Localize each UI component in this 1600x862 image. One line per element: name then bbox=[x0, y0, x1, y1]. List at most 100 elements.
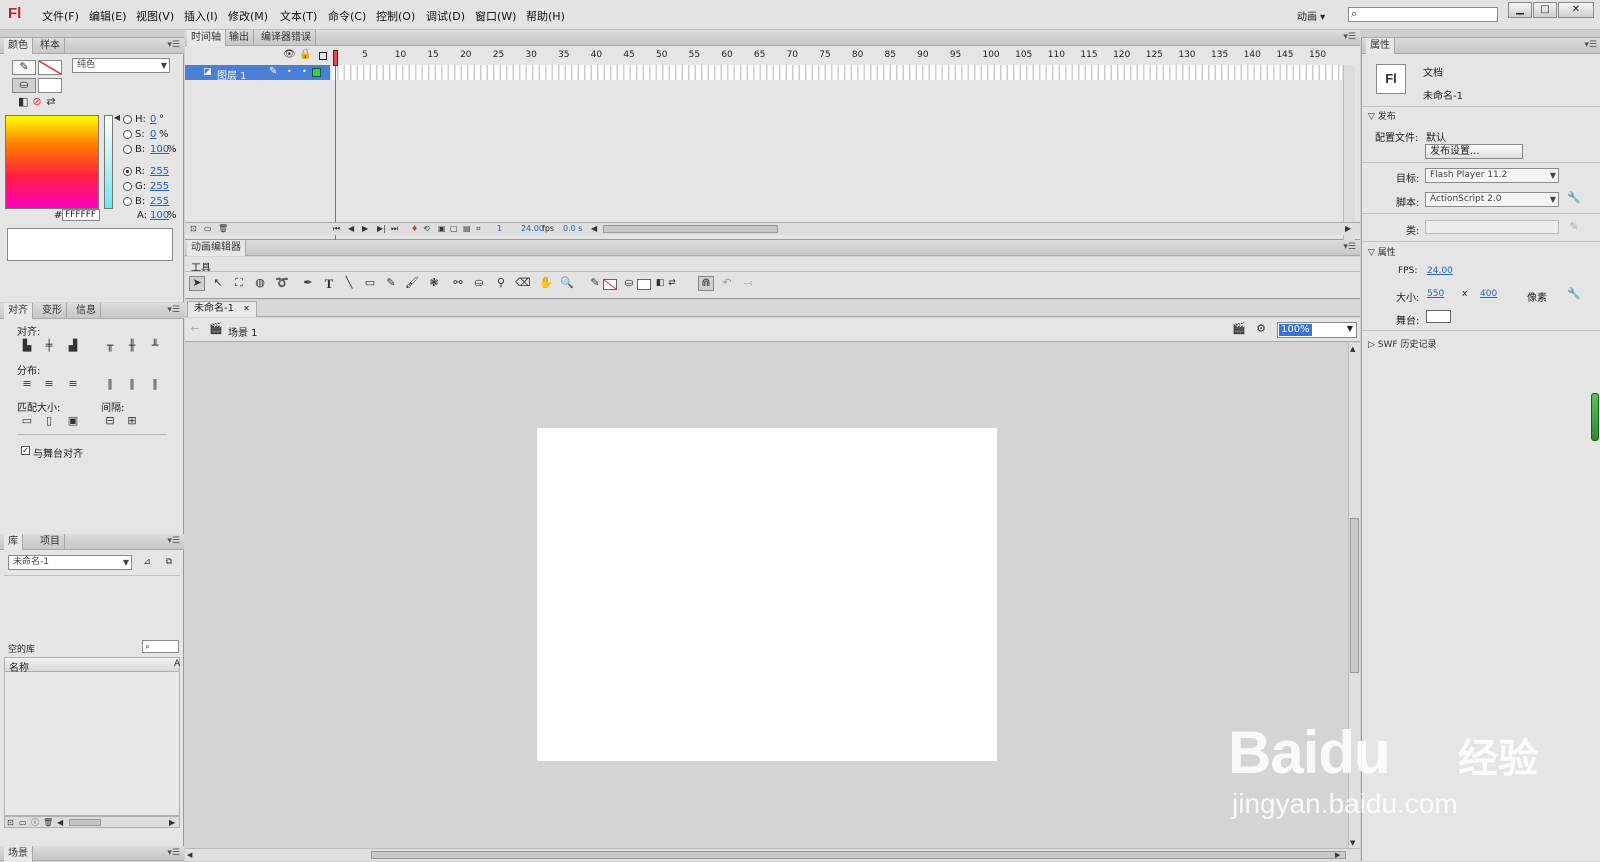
document-tab[interactable]: 未命名-1 ✕ bbox=[187, 301, 257, 317]
match-both-icon[interactable]: ▣ bbox=[66, 415, 80, 427]
panel-menu-icon[interactable]: ▾☰ bbox=[167, 40, 180, 50]
edit-scene-icon[interactable]: 🎬 bbox=[1231, 323, 1247, 335]
align-left-icon[interactable]: ▙ bbox=[20, 340, 34, 352]
panel-menu-icon[interactable]: ▾☰ bbox=[1343, 242, 1356, 252]
scroll-left-icon[interactable]: ◀ bbox=[57, 817, 63, 829]
layer-visible-dot[interactable]: • bbox=[287, 66, 292, 78]
g-radio[interactable] bbox=[123, 182, 132, 191]
layer-name[interactable]: 图层 1 bbox=[217, 67, 247, 82]
pen-tool-icon[interactable]: ✒ bbox=[301, 277, 315, 289]
library-search-input[interactable]: ⌕ bbox=[142, 640, 179, 653]
scene-breadcrumb[interactable]: 场景 1 bbox=[228, 324, 258, 339]
fps-value[interactable]: 24.00 bbox=[1427, 266, 1453, 276]
menu-control[interactable]: 控制(O) bbox=[376, 8, 415, 24]
eraser-tool-icon[interactable]: ⌫ bbox=[515, 277, 531, 289]
properties-section[interactable]: ▽ 属性 bbox=[1368, 245, 1396, 258]
b2-radio[interactable] bbox=[123, 197, 132, 206]
scroll-right-icon[interactable]: ▶ bbox=[169, 817, 175, 829]
pasteboard[interactable] bbox=[185, 343, 1348, 848]
h-value[interactable]: 0 bbox=[150, 114, 156, 125]
delete-icon[interactable]: 🗑 bbox=[43, 817, 53, 829]
deco-tool-icon[interactable]: ❃ bbox=[427, 277, 441, 289]
edit-symbols-icon[interactable]: ⚙ bbox=[1253, 323, 1269, 335]
tab-library[interactable]: 库 bbox=[4, 534, 23, 550]
distribute-top-icon[interactable]: ≡ bbox=[20, 378, 34, 390]
zoom-select[interactable]: 100% ▼ bbox=[1277, 322, 1357, 338]
distribute-bottom-icon[interactable]: ≡ bbox=[66, 378, 80, 390]
fill-swatch[interactable] bbox=[38, 78, 62, 93]
chevron-down-icon[interactable]: ▼ bbox=[1347, 324, 1353, 333]
stage-vscroll-thumb[interactable] bbox=[1350, 518, 1359, 673]
distribute-left-icon[interactable]: ‖ bbox=[103, 378, 117, 390]
class-input[interactable] bbox=[1425, 220, 1559, 234]
playhead[interactable] bbox=[333, 50, 338, 66]
back-arrow-icon[interactable]: ← bbox=[189, 323, 201, 335]
menu-insert[interactable]: 插入(I) bbox=[184, 8, 218, 24]
rectangle-tool-icon[interactable]: ▭ bbox=[363, 277, 377, 289]
library-list[interactable] bbox=[4, 672, 180, 816]
smooth-icon[interactable]: ↶ bbox=[720, 277, 734, 289]
distribute-hcenter-icon[interactable]: ‖ bbox=[125, 378, 139, 390]
fill-bucket-icon[interactable]: ⛀ bbox=[12, 78, 36, 93]
panel-menu-icon[interactable]: ▾☰ bbox=[1584, 40, 1597, 50]
stroke-color-swatch[interactable] bbox=[603, 279, 617, 290]
brightness-slider[interactable] bbox=[104, 115, 113, 209]
new-symbol-icon[interactable]: ⊡ bbox=[7, 817, 14, 829]
paint-bucket-tool-icon[interactable]: ⛀ bbox=[472, 277, 486, 289]
tab-scene[interactable]: 场景 bbox=[4, 846, 33, 862]
layer-lock-dot[interactable]: • bbox=[302, 66, 307, 78]
straighten-icon[interactable]: ⤙ bbox=[741, 277, 755, 289]
tab-info[interactable]: 信息 bbox=[72, 303, 101, 319]
menu-help[interactable]: 帮助(H) bbox=[526, 8, 565, 24]
swf-history-section[interactable]: ▷ SWF 历史记录 bbox=[1368, 337, 1436, 350]
tab-motion-editor[interactable]: 动画编辑器 bbox=[187, 240, 246, 256]
loop-icon[interactable]: ⟲ bbox=[423, 223, 430, 235]
3d-rotation-tool-icon[interactable]: ◍ bbox=[253, 277, 267, 289]
elapsed-time[interactable]: 0.0 s bbox=[563, 224, 582, 233]
current-frame[interactable]: 1 bbox=[497, 224, 502, 233]
text-tool-icon[interactable]: T bbox=[322, 276, 336, 292]
timeline-hscroll-thumb[interactable] bbox=[603, 225, 778, 233]
bone-tool-icon[interactable]: ⚯ bbox=[451, 277, 465, 289]
scroll-up-icon[interactable]: ▲ bbox=[1350, 343, 1355, 355]
fill-type-select[interactable]: 纯色 ▼ bbox=[72, 58, 170, 73]
h-radio[interactable] bbox=[123, 115, 132, 124]
stroke-color-icon[interactable]: ✎ bbox=[12, 60, 36, 75]
menu-debug[interactable]: 调试(D) bbox=[426, 8, 465, 24]
align-to-stage-checkbox[interactable]: ✓ bbox=[21, 446, 30, 455]
timeline-fps[interactable]: 24.00 bbox=[521, 224, 544, 233]
left-dock-strip[interactable] bbox=[0, 30, 184, 38]
last-frame-icon[interactable]: ⏭ bbox=[391, 223, 398, 235]
delete-layer-icon[interactable]: 🗑 bbox=[218, 223, 228, 235]
tab-compiler-errors[interactable]: 编译器错误 bbox=[257, 30, 316, 46]
outline-icon[interactable] bbox=[319, 52, 327, 60]
color-spectrum[interactable] bbox=[5, 115, 99, 209]
stage-hscroll-thumb[interactable] bbox=[371, 851, 1346, 859]
blue-value[interactable]: 255 bbox=[150, 196, 169, 207]
layer-row[interactable]: ◪ 图层 1 ✎ • • bbox=[185, 65, 330, 82]
brush-tool-icon[interactable]: 🖌 bbox=[405, 277, 419, 289]
b-radio[interactable] bbox=[123, 145, 132, 154]
fill-color-tool-icon[interactable]: ⛀ bbox=[622, 277, 636, 289]
publish-settings-button[interactable]: 发布设置... bbox=[1425, 144, 1523, 159]
align-hcenter-icon[interactable]: ╪ bbox=[42, 340, 56, 352]
stage-height[interactable]: 400 bbox=[1480, 289, 1497, 299]
match-height-icon[interactable]: ▯ bbox=[42, 415, 56, 427]
eye-icon[interactable]: 👁 bbox=[283, 49, 296, 61]
panel-menu-icon[interactable]: ▾☰ bbox=[167, 536, 180, 546]
black-white-icon[interactable]: ◧ bbox=[18, 96, 28, 108]
prev-frame-icon[interactable]: ◀ bbox=[348, 223, 354, 235]
new-library-panel-icon[interactable]: ⧉ bbox=[163, 556, 175, 568]
close-button[interactable]: ✕ bbox=[1558, 2, 1594, 18]
eyedropper-tool-icon[interactable]: ⚲ bbox=[494, 277, 508, 289]
menu-edit[interactable]: 编辑(E) bbox=[89, 8, 127, 24]
s-radio[interactable] bbox=[123, 130, 132, 139]
subselection-tool-icon[interactable]: ↖ bbox=[211, 277, 225, 289]
black-white-icon[interactable]: ◧ bbox=[655, 277, 665, 289]
stage-width[interactable]: 550 bbox=[1427, 289, 1444, 299]
swap-colors-icon[interactable]: ⇄ bbox=[667, 277, 677, 289]
library-doc-select[interactable]: 未命名-1 ▼ bbox=[8, 555, 132, 570]
play-icon[interactable]: ▶ bbox=[362, 223, 368, 235]
script-select[interactable]: ActionScript 2.0 ▼ bbox=[1425, 192, 1559, 207]
align-right-icon[interactable]: ▟ bbox=[66, 340, 80, 352]
